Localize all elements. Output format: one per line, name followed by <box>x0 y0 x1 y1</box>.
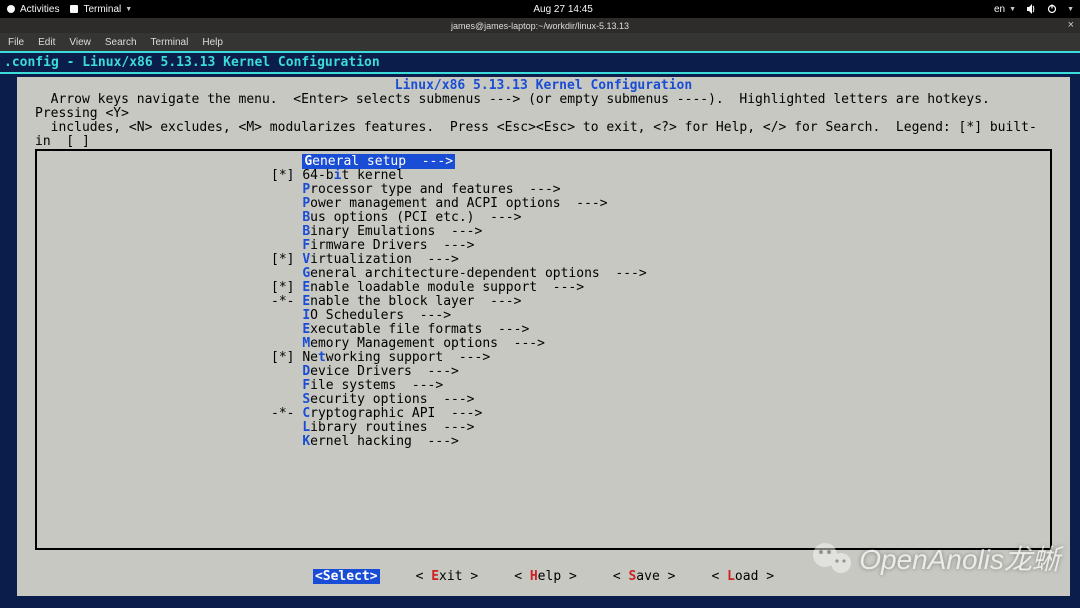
menu-view[interactable]: View <box>69 37 91 48</box>
menu-item[interactable]: General architecture-dependent options -… <box>37 267 1050 281</box>
window-titlebar: james@james-laptop:~/workdir/linux-5.13.… <box>0 18 1080 33</box>
menu-edit[interactable]: Edit <box>38 37 55 48</box>
language-label: en <box>994 4 1005 15</box>
language-indicator[interactable]: en ▼ <box>994 4 1016 15</box>
menuconfig-title: Linux/x86 5.13.13 Kernel Configuration <box>17 77 1070 93</box>
menu-item[interactable]: [*] Virtualization ---> <box>37 253 1050 267</box>
config-banner-frame: .config - Linux/x86 5.13.13 Kernel Confi… <box>0 51 1080 74</box>
close-icon[interactable]: × <box>1068 19 1074 31</box>
menu-item[interactable]: [*] Networking support ---> <box>37 351 1050 365</box>
terminal-menubar: File Edit View Search Terminal Help <box>0 33 1080 51</box>
menu-item[interactable]: Device Drivers ---> <box>37 365 1050 379</box>
activities-label: Activities <box>20 4 59 15</box>
volume-icon[interactable] <box>1026 4 1037 14</box>
menuconfig-buttons: <Select> < Exit > < Help > < Save > < Load > <box>17 569 1070 584</box>
menu-help[interactable]: Help <box>202 37 223 48</box>
menu-item[interactable]: File systems ---> <box>37 379 1050 393</box>
menu-item[interactable]: Security options ---> <box>37 393 1050 407</box>
chevron-down-icon: ▼ <box>1067 6 1074 13</box>
menu-item[interactable]: [*] Enable loadable module support ---> <box>37 281 1050 295</box>
menu-terminal[interactable]: Terminal <box>151 37 189 48</box>
menu-item[interactable]: General setup ---> <box>37 155 1050 169</box>
menuconfig-box: Linux/x86 5.13.13 Kernel Configuration A… <box>15 75 1072 598</box>
window-title: james@james-laptop:~/workdir/linux-5.13.… <box>451 21 629 31</box>
menu-item[interactable]: Power management and ACPI options ---> <box>37 197 1050 211</box>
activities-button[interactable]: Activities <box>6 4 59 15</box>
clock[interactable]: Aug 27 14:45 <box>533 4 593 15</box>
config-banner: .config - Linux/x86 5.13.13 Kernel Confi… <box>0 53 1080 72</box>
menu-item[interactable]: Processor type and features ---> <box>37 183 1050 197</box>
menu-item[interactable]: -*- Enable the block layer ---> <box>37 295 1050 309</box>
desktop-top-bar: Activities Terminal ▼ Aug 27 14:45 en ▼ … <box>0 0 1080 18</box>
power-icon[interactable] <box>1047 4 1057 14</box>
load-button[interactable]: < Load > <box>711 569 774 584</box>
menu-item[interactable]: Bus options (PCI etc.) ---> <box>37 211 1050 225</box>
menu-item[interactable]: Binary Emulations ---> <box>37 225 1050 239</box>
terminal-app-icon <box>69 4 79 14</box>
menu-item[interactable]: Firmware Drivers ---> <box>37 239 1050 253</box>
help-button[interactable]: < Help > <box>514 569 577 584</box>
exit-button[interactable]: < Exit > <box>416 569 479 584</box>
terminal-area: .config - Linux/x86 5.13.13 Kernel Confi… <box>0 51 1080 608</box>
menu-item[interactable]: -*- Cryptographic API ---> <box>37 407 1050 421</box>
menuconfig-list: General setup --->[*] 64-bit kernel Proc… <box>35 149 1052 550</box>
menu-search[interactable]: Search <box>105 37 137 48</box>
footprint-icon <box>6 4 16 14</box>
chevron-down-icon: ▼ <box>1009 6 1016 13</box>
menu-item[interactable]: [*] 64-bit kernel <box>37 169 1050 183</box>
menu-item[interactable]: Kernel hacking ---> <box>37 435 1050 449</box>
save-button[interactable]: < Save > <box>613 569 676 584</box>
menu-file[interactable]: File <box>8 37 24 48</box>
menu-item[interactable]: Library routines ---> <box>37 421 1050 435</box>
menu-item[interactable]: IO Schedulers ---> <box>37 309 1050 323</box>
select-button[interactable]: <Select> <box>313 569 380 584</box>
menu-item[interactable]: Executable file formats ---> <box>37 323 1050 337</box>
current-app-label: Terminal <box>83 4 121 15</box>
current-app[interactable]: Terminal ▼ <box>69 4 132 15</box>
menu-item[interactable]: Memory Management options ---> <box>37 337 1050 351</box>
chevron-down-icon: ▼ <box>125 6 132 13</box>
